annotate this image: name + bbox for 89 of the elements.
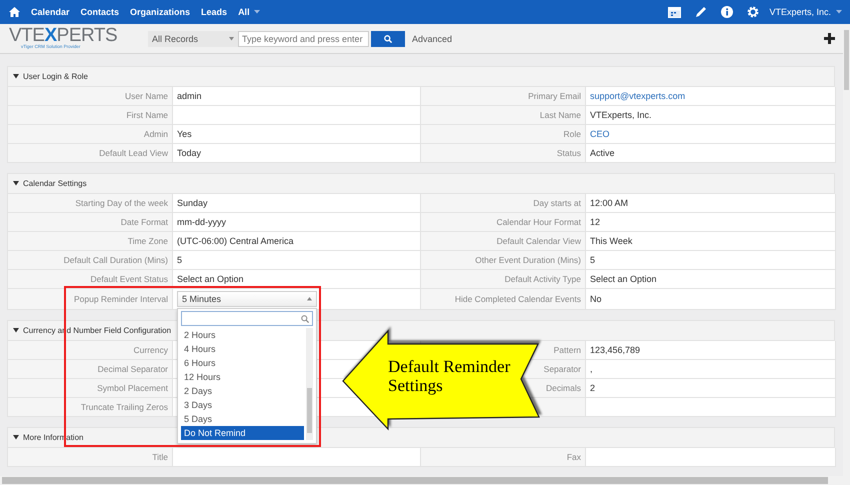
- field-value: Select an Option: [586, 270, 836, 289]
- field-label: Decimals: [546, 383, 581, 393]
- field-label: Symbol Placement: [97, 383, 168, 393]
- field-value: Active: [586, 144, 836, 163]
- dropdown-option[interactable]: Do Not Remind: [181, 426, 304, 440]
- field-value: ,: [586, 360, 836, 379]
- callout-text: Default Reminder Settings: [388, 357, 512, 395]
- field-label: Default Call Duration (Mins): [64, 255, 168, 265]
- nav-link[interactable]: Calendar: [31, 7, 70, 17]
- dropdown-option[interactable]: 5 Days: [181, 412, 304, 426]
- field-label: Popup Reminder Interval: [74, 294, 168, 304]
- field-label: Date Format: [120, 217, 168, 227]
- dropdown-option[interactable]: 2 Days: [181, 384, 304, 398]
- field-value: Sunday: [173, 194, 421, 213]
- search-button[interactable]: [371, 30, 405, 46]
- field-label: User Name: [125, 91, 168, 101]
- info-icon[interactable]: [721, 6, 734, 18]
- field-value: 123,456,789: [586, 341, 836, 360]
- logo-wordmark: VTEXPERTS: [9, 27, 118, 44]
- field-link[interactable]: CEO: [586, 125, 836, 144]
- settings-icon[interactable]: [747, 6, 760, 18]
- field-label: Default Calendar View: [496, 236, 581, 246]
- field-value: Select an Option: [173, 270, 421, 289]
- horizontal-scrollbar[interactable]: [0, 476, 850, 485]
- nav-link[interactable]: Organizations: [130, 7, 190, 17]
- caret-icon: [836, 10, 842, 14]
- field-label: Currency: [134, 345, 168, 355]
- field-label: Hide Completed Calendar Events: [454, 294, 581, 304]
- field-label: Decimal Separator: [98, 364, 168, 374]
- field-value: This Week: [586, 232, 836, 251]
- section-header[interactable]: User Login & Role: [7, 66, 835, 87]
- field-value: No: [586, 289, 836, 310]
- field-value: 5: [586, 251, 836, 270]
- search-icon: [301, 314, 309, 322]
- field-label: Calendar Hour Format: [496, 217, 581, 227]
- caret-icon: [229, 36, 234, 40]
- field-label: Admin: [144, 129, 168, 139]
- field-label: Fax: [566, 452, 581, 462]
- field-value: admin: [173, 87, 421, 106]
- field-label: First Name: [126, 110, 168, 120]
- field-value: Yes: [173, 125, 421, 144]
- field-value: Today: [173, 144, 421, 163]
- dropdown-option[interactable]: 12 Hours: [181, 370, 304, 384]
- field-label: Status: [556, 148, 581, 158]
- reminder-dropdown[interactable]: 5 Minutes: [177, 291, 317, 307]
- dropdown-option[interactable]: 3 Days: [181, 398, 304, 412]
- field-value: 12:00 AM: [586, 194, 836, 213]
- section-title: User Login & Role: [23, 72, 88, 81]
- vertical-scrollbar[interactable]: [843, 24, 850, 476]
- field-label: Default Lead View: [99, 148, 168, 158]
- field-label: Truncate Trailing Zeros: [80, 402, 168, 412]
- account-menu[interactable]: VTExperts, Inc.: [769, 7, 842, 17]
- field-value: mm-dd-yyyy: [173, 213, 421, 232]
- field-label: Pattern: [554, 345, 581, 355]
- field-label: Default Activity Type: [504, 274, 581, 284]
- field-label: Default Event Status: [90, 274, 168, 284]
- search-field[interactable]: Type keyword and press enter: [238, 30, 369, 46]
- dropdown-scrollbar[interactable]: [306, 328, 313, 440]
- field-value: 5: [173, 251, 421, 270]
- dropdown-search-field[interactable]: [181, 311, 313, 326]
- field-label: Separator: [544, 364, 581, 374]
- field-value: 2: [586, 379, 836, 398]
- home-icon[interactable]: [9, 7, 20, 17]
- field-value: (UTC-06:00) Central America: [173, 232, 421, 251]
- add-icon[interactable]: [824, 33, 835, 44]
- dropdown-option[interactable]: 6 Hours: [181, 356, 304, 370]
- scope-dropdown[interactable]: All Records: [148, 30, 238, 46]
- field-value: 12: [586, 213, 836, 232]
- field-link[interactable]: support@vtexperts.com: [586, 87, 836, 106]
- field-label: Primary Email: [528, 91, 581, 101]
- field-label: Starting Day of the week: [75, 198, 168, 208]
- search-icon: [384, 34, 392, 42]
- nav-link[interactable]: Leads: [201, 7, 228, 17]
- field-label: Role: [564, 129, 581, 139]
- dropdown-option[interactable]: 2 Hours: [181, 328, 304, 342]
- field-label: Last Name: [540, 110, 581, 120]
- nav-link[interactable]: Contacts: [80, 7, 120, 17]
- section-title: Calendar Settings: [23, 179, 87, 188]
- field-label: Time Zone: [128, 236, 168, 246]
- section-header[interactable]: Calendar Settings: [7, 173, 835, 194]
- field-label: Other Event Duration (Mins): [475, 255, 581, 265]
- nav-link[interactable]: All: [238, 7, 260, 17]
- dropdown-option[interactable]: 4 Hours: [181, 342, 304, 356]
- advanced-search-link[interactable]: Advanced: [412, 34, 452, 44]
- field-label: Day starts at: [533, 198, 581, 208]
- field-value: VTExperts, Inc.: [586, 106, 836, 125]
- calendar-icon[interactable]: [668, 6, 682, 18]
- pencil-icon[interactable]: [695, 6, 708, 18]
- field-label: Title: [152, 452, 168, 462]
